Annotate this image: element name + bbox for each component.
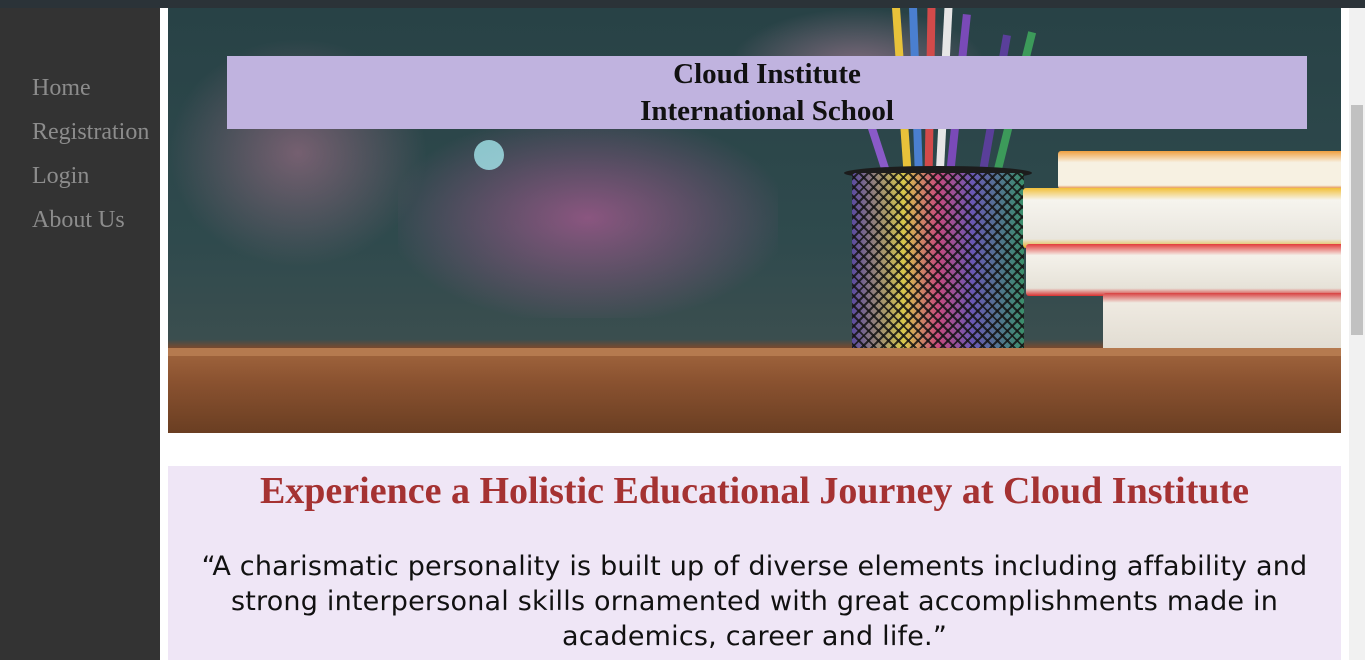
hero-bokeh-dot — [474, 140, 504, 170]
intro-section: Experience a Holistic Educational Journe… — [168, 466, 1341, 660]
intro-headline: Experience a Holistic Educational Journe… — [259, 470, 1250, 512]
school-title-line2: International School — [640, 95, 894, 127]
hero-bokeh-pink — [398, 118, 778, 318]
school-title-banner: Cloud Institute International School — [227, 56, 1307, 129]
scrollbar-thumb[interactable] — [1351, 105, 1363, 335]
book-yellow — [1023, 188, 1341, 248]
desk-edge — [168, 348, 1341, 356]
intro-quote: “A charismatic personality is built up o… — [201, 551, 1308, 652]
book-orange — [1058, 151, 1341, 189]
desk — [168, 348, 1341, 433]
nav-item-login[interactable]: Login — [32, 163, 89, 190]
nav-item-about-us[interactable]: About Us — [32, 207, 125, 234]
pencil-cup — [852, 173, 1024, 365]
school-title-line1: Cloud Institute — [673, 58, 861, 90]
main-content: Cloud Institute International School Exp… — [160, 8, 1349, 660]
nav-item-home[interactable]: Home — [32, 75, 91, 102]
nav-item-registration[interactable]: Registration — [32, 119, 149, 146]
window-top-bar — [0, 0, 1365, 8]
sidebar-nav: Home Registration Login About Us — [0, 8, 160, 660]
book-red — [1026, 244, 1341, 296]
